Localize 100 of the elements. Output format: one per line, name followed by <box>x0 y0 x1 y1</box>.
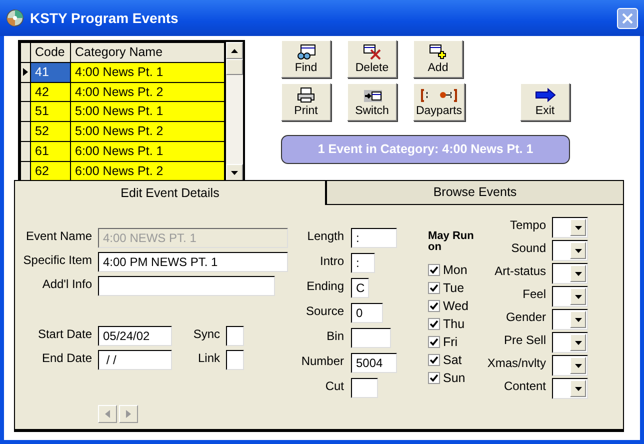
field-label: Event Name <box>24 228 92 244</box>
table-cell[interactable]: 5:00 News Pt. 2 <box>70 122 224 142</box>
dropdown[interactable] <box>552 378 588 399</box>
left-arrow-icon <box>105 410 110 418</box>
text-field[interactable]: : <box>351 228 397 248</box>
text-field[interactable] <box>226 350 244 370</box>
status-banner: 1 Event in Category: 4:00 News Pt. 1 <box>281 135 570 164</box>
dropdown[interactable] <box>552 263 588 284</box>
table-cell[interactable]: 4:00 News Pt. 2 <box>70 82 224 102</box>
text-field[interactable]: : <box>351 253 375 273</box>
dropdown[interactable] <box>552 240 588 261</box>
table-cell[interactable]: 42 <box>30 82 70 102</box>
text-field[interactable] <box>351 378 378 398</box>
dropdown-arrow-icon <box>574 318 582 322</box>
scroll-thumb[interactable] <box>226 59 243 75</box>
text-field[interactable]: 5004 <box>351 353 397 373</box>
field-label: Specific Item <box>22 252 92 268</box>
dropdown[interactable] <box>552 332 588 353</box>
up-arrow-icon <box>231 48 238 52</box>
table-cell[interactable]: 51 <box>30 102 70 122</box>
brackets-icon <box>421 87 457 103</box>
dayparts-button[interactable]: Dayparts <box>413 83 465 121</box>
scroll-up-button[interactable] <box>226 42 243 59</box>
field-label: Intro <box>318 253 344 269</box>
scroll-down-button[interactable] <box>226 164 243 182</box>
check-icon <box>430 320 438 328</box>
table-cell[interactable]: 52 <box>30 122 70 142</box>
close-icon <box>622 12 633 24</box>
dropdown-arrow-icon <box>574 272 582 276</box>
dropdown-arrow-icon <box>574 364 582 368</box>
date-field[interactable]: 05/24/02 <box>98 326 172 346</box>
check-icon <box>430 266 438 274</box>
window-title: KSTY Program Events <box>30 8 178 28</box>
text-field[interactable] <box>226 326 244 346</box>
switch-button[interactable]: Switch <box>347 83 397 121</box>
day-checkbox[interactable]: Mon <box>428 261 476 279</box>
field-label: Feel <box>522 286 546 302</box>
switch-icon <box>362 87 382 103</box>
field-label: Ending <box>306 278 344 294</box>
dropdown-arrow-icon <box>574 294 582 298</box>
field-label: Tempo <box>508 217 546 233</box>
dropdown-arrow-icon <box>574 248 582 252</box>
field-label: Sync <box>192 326 220 342</box>
delete-icon <box>362 44 382 60</box>
add-icon <box>428 44 448 60</box>
exit-button[interactable]: Exit <box>520 83 570 121</box>
field-label: Gender <box>504 309 546 325</box>
close-button[interactable] <box>617 8 638 28</box>
find-button[interactable]: Find <box>281 40 331 78</box>
day-checkbox[interactable]: Wed <box>428 297 476 315</box>
delete-button[interactable]: Delete <box>347 40 397 78</box>
day-checkbox[interactable]: Sat <box>428 351 476 369</box>
column-header: Category Name <box>70 42 224 62</box>
check-icon <box>430 374 438 382</box>
check-icon <box>430 284 438 292</box>
day-checkbox[interactable]: Thu <box>428 315 476 333</box>
field-label: Add'l Info <box>41 276 92 292</box>
text-field[interactable]: 0 <box>351 303 383 323</box>
field-label: Xmas/nvlty <box>486 355 546 371</box>
text-field[interactable] <box>351 328 391 348</box>
table-cell[interactable]: 6:00 News Pt. 1 <box>70 141 224 161</box>
field-label: Start Date <box>36 326 92 342</box>
disc-icon <box>6 9 24 27</box>
field-label: Cut <box>324 378 344 394</box>
text-field[interactable]: 4:00 PM NEWS PT. 1 <box>98 252 288 272</box>
table-cell[interactable]: 5:00 News Pt. 1 <box>70 102 224 122</box>
field-label: Length <box>306 228 344 244</box>
day-checkbox[interactable]: Tue <box>428 279 476 297</box>
dropdown-arrow-icon <box>574 340 582 344</box>
check-icon <box>430 356 438 364</box>
previous-button[interactable] <box>98 405 117 423</box>
dropdown[interactable] <box>552 309 588 330</box>
table-cell[interactable]: 41 <box>30 62 70 82</box>
tab[interactable]: Edit Event Details <box>14 180 326 205</box>
day-checkbox[interactable]: Sun <box>428 369 476 387</box>
field-label: Bin <box>326 328 344 344</box>
print-button[interactable]: Print <box>281 83 331 121</box>
add-button[interactable]: Add <box>413 40 463 78</box>
dropdown[interactable] <box>552 286 588 307</box>
tab[interactable]: Browse Events <box>326 180 624 205</box>
table-cell[interactable]: 4:00 News Pt. 1 <box>70 62 224 82</box>
field-label: Source <box>304 303 344 319</box>
text-field[interactable]: C <box>351 278 369 298</box>
field-label: Pre Sell <box>502 332 546 348</box>
check-icon <box>430 302 438 310</box>
dropdown-arrow-icon <box>574 386 582 390</box>
binoculars-icon <box>296 44 316 60</box>
day-checkbox[interactable]: Fri <box>428 333 476 351</box>
right-arrow-icon <box>126 410 131 418</box>
section-label: May Run on <box>428 231 475 253</box>
text-field[interactable] <box>98 276 275 296</box>
field-label: End Date <box>40 350 92 366</box>
down-arrow-icon <box>231 170 238 175</box>
dropdown[interactable] <box>552 217 588 238</box>
next-button[interactable] <box>119 405 138 423</box>
table-cell[interactable]: 61 <box>30 141 70 161</box>
field-label: Sound <box>510 240 546 256</box>
dropdown[interactable] <box>552 355 588 376</box>
field-label: Content <box>502 378 546 394</box>
date-field[interactable]: / / <box>98 350 172 370</box>
